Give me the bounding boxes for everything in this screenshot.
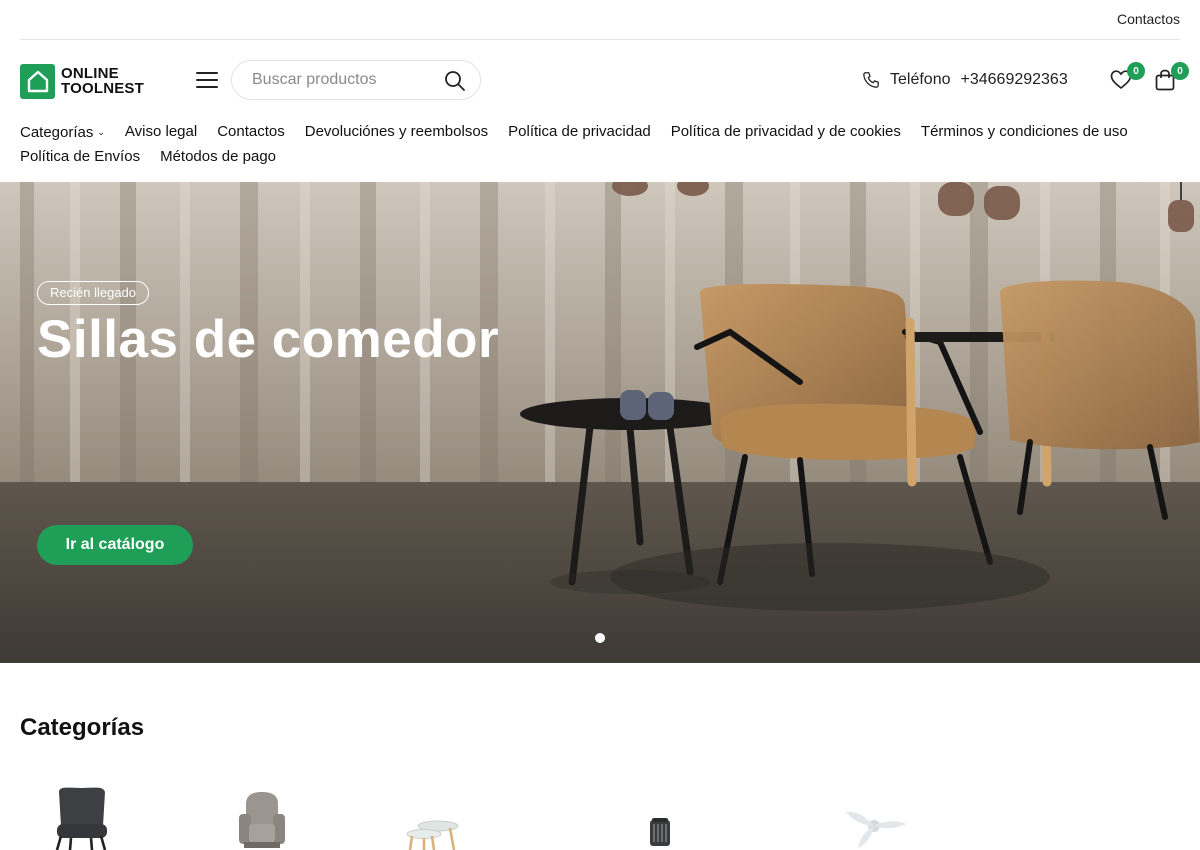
hero-badge: Recién llegado <box>37 281 150 305</box>
hero-image <box>0 182 1200 663</box>
logo-line-1: ONLINE <box>61 65 119 82</box>
nav-item-cookies[interactable]: Política de privacidad y de cookies <box>671 120 901 145</box>
nav-item-devoluciones[interactable]: Devoluciónes y reembolsos <box>305 120 488 145</box>
logo-text: ONLINE TOOLNEST <box>61 66 144 96</box>
nav-item-terminos[interactable]: Términos y condiciones de uso <box>921 120 1128 145</box>
nav-item-contactos[interactable]: Contactos <box>217 120 285 145</box>
phone-number[interactable]: +34669292363 <box>961 71 1068 89</box>
logo-line-2: TOOLNEST <box>61 80 144 97</box>
header: ONLINE TOOLNEST Teléfono +34669292363 0 <box>0 40 1200 120</box>
nav-item-categorias[interactable]: Categorías ⌄ <box>20 120 105 145</box>
phone-icon <box>863 72 879 88</box>
hero-title: Sillas de comedor <box>37 310 500 369</box>
search-box <box>231 60 481 100</box>
search-input[interactable] <box>252 61 442 99</box>
search-icon[interactable] <box>444 70 466 92</box>
chevron-down-icon: ⌄ <box>97 127 105 137</box>
categories-title: Categorías <box>20 714 145 741</box>
house-logo-icon <box>20 63 55 99</box>
phone-label: Teléfono <box>890 71 951 88</box>
slider-dot[interactable] <box>595 633 605 643</box>
logo[interactable]: ONLINE TOOLNEST <box>20 63 155 99</box>
wishlist-count-badge: 0 <box>1127 62 1145 80</box>
menu-icon[interactable] <box>196 72 218 90</box>
phone-contact[interactable]: Teléfono +34669292363 <box>862 69 1068 91</box>
top-bar: Contactos <box>20 0 1180 40</box>
category-thumb-dining-chair[interactable] <box>45 780 117 850</box>
nav-item-metodos-pago[interactable]: Métodos de pago <box>160 145 276 169</box>
categories-list <box>0 780 1200 850</box>
main-nav: Categorías ⌄ Aviso legal Contactos Devolu… <box>20 120 1180 169</box>
category-thumb-lantern[interactable] <box>645 780 675 850</box>
nav-item-label: Categorías <box>20 124 94 141</box>
wishlist-button[interactable]: 0 <box>1109 62 1145 92</box>
top-contacts-link[interactable]: Contactos <box>1117 11 1180 27</box>
nav-item-aviso-legal[interactable]: Aviso legal <box>125 120 197 145</box>
catalog-button[interactable]: Ir al catálogo <box>37 525 193 565</box>
cart-count-badge: 0 <box>1171 62 1189 80</box>
nav-item-privacidad[interactable]: Política de privacidad <box>508 120 651 145</box>
nav-item-envios[interactable]: Política de Envíos <box>20 145 140 169</box>
hero-banner: Recién llegado Sillas de comedor Ir al c… <box>0 182 1200 663</box>
category-thumb-ceiling-fan[interactable] <box>838 780 910 850</box>
cart-button[interactable]: 0 <box>1153 62 1189 92</box>
category-thumb-side-table[interactable] <box>402 780 464 850</box>
category-thumb-armchair[interactable] <box>234 780 290 850</box>
